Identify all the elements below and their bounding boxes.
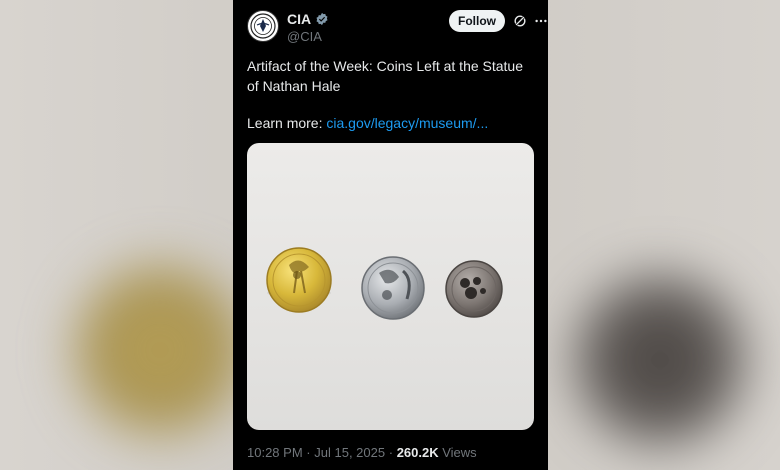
author-handle[interactable]: @CIA (287, 29, 322, 44)
coins-photo (266, 247, 503, 320)
post-card: CIA @CIA Follow Artifact of the Week: Co… (233, 0, 548, 470)
post-text: Artifact of the Week: Coins Left at the … (247, 56, 537, 96)
post-image[interactable] (247, 143, 534, 430)
blurred-dark-coin (560, 260, 760, 460)
post-meta: 10:28 PM · Jul 15, 2025 · 260.2K Views (247, 445, 477, 460)
post-time[interactable]: 10:28 PM (247, 445, 303, 460)
post-text-line: Artifact of the Week: Coins Left at the … (247, 58, 524, 94)
post-header: CIA @CIA Follow (247, 10, 547, 46)
verified-badge-icon (316, 12, 328, 26)
blurred-gold-coin (60, 250, 260, 450)
meta-separator: · (306, 445, 311, 460)
views-count: 260.2K (396, 445, 439, 460)
grok-icon[interactable] (513, 14, 527, 28)
learn-more-line: Learn more: cia.gov/legacy/museum/... (247, 115, 488, 131)
author-name-row: CIA (287, 11, 329, 27)
more-icon[interactable] (534, 14, 548, 28)
cia-seal-logo (250, 13, 276, 39)
meta-separator: · (388, 445, 394, 460)
author-name[interactable]: CIA (287, 11, 311, 27)
follow-button[interactable]: Follow (449, 10, 505, 32)
learn-more-link[interactable]: cia.gov/legacy/museum/... (326, 115, 488, 131)
post-date[interactable]: Jul 15, 2025 (314, 445, 385, 460)
avatar[interactable] (247, 10, 279, 42)
views-label: Views (442, 445, 477, 460)
learn-more-label: Learn more: (247, 115, 327, 131)
